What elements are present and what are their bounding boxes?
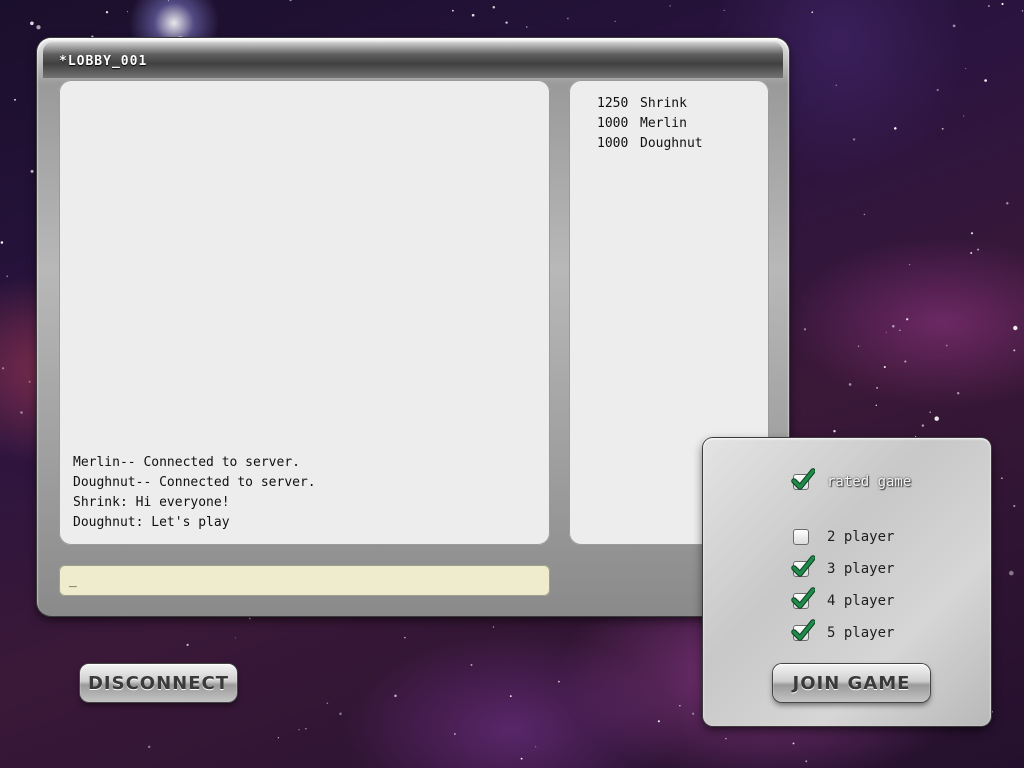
lobby-title: *LOBBY_001 [59,54,148,69]
rated-game-toggle[interactable]: rated game [791,468,912,494]
chat-message: Shrink: Hi everyone! [73,495,230,510]
player-entry[interactable]: 1000 Merlin [597,114,703,134]
2-player-checkbox[interactable] [793,529,809,545]
checkmark-icon [791,468,815,490]
2-player-label: 2 player [827,529,895,545]
chat-message: Merlin-- Connected to server. [73,455,300,470]
lobby-window: *LOBBY_001 Merlin-- Connected to server.… [37,38,789,616]
checkmark-icon [791,587,815,609]
player-score: 1000 [597,116,629,131]
rated-game-checkbox[interactable] [791,468,815,490]
player-entry[interactable]: 1250 Shrink [597,94,703,114]
rated-game-label: rated game [827,474,912,490]
player-name: Shrink [640,96,687,111]
player-name: Merlin [640,116,687,131]
chat-log: Merlin-- Connected to server. Doughnut--… [73,453,316,533]
option-4-player[interactable]: 4 player [791,587,895,613]
chat-log-panel[interactable]: Merlin-- Connected to server. Doughnut--… [59,80,550,545]
option-2-player[interactable]: 2 player [793,525,894,549]
join-game-button[interactable]: JOIN GAME [773,664,930,702]
disconnect-button[interactable]: DISCONNECT [80,664,237,702]
5-player-label: 5 player [827,625,895,641]
5-player-checkbox[interactable] [791,619,815,641]
option-5-player[interactable]: 5 player [791,619,895,645]
4-player-checkbox[interactable] [791,587,815,609]
chat-message: Doughnut-- Connected to server. [73,475,316,490]
checkmark-icon [791,619,815,641]
player-score: 1000 [597,136,629,151]
option-3-player[interactable]: 3 player [791,555,895,581]
3-player-label: 3 player [827,561,895,577]
3-player-checkbox[interactable] [791,555,815,577]
player-name: Doughnut [640,136,703,151]
player-list: 1250 Shrink 1000 Merlin 1000 Doughnut [597,94,703,154]
chat-input[interactable] [59,565,550,596]
player-score: 1250 [597,96,629,111]
game-options-panel: rated game 2 player 3 player 4 player 5 … [703,438,991,726]
chat-message: Doughnut: Let's play [73,515,230,530]
checkmark-icon [791,555,815,577]
player-entry[interactable]: 1000 Doughnut [597,134,703,154]
4-player-label: 4 player [827,593,895,609]
